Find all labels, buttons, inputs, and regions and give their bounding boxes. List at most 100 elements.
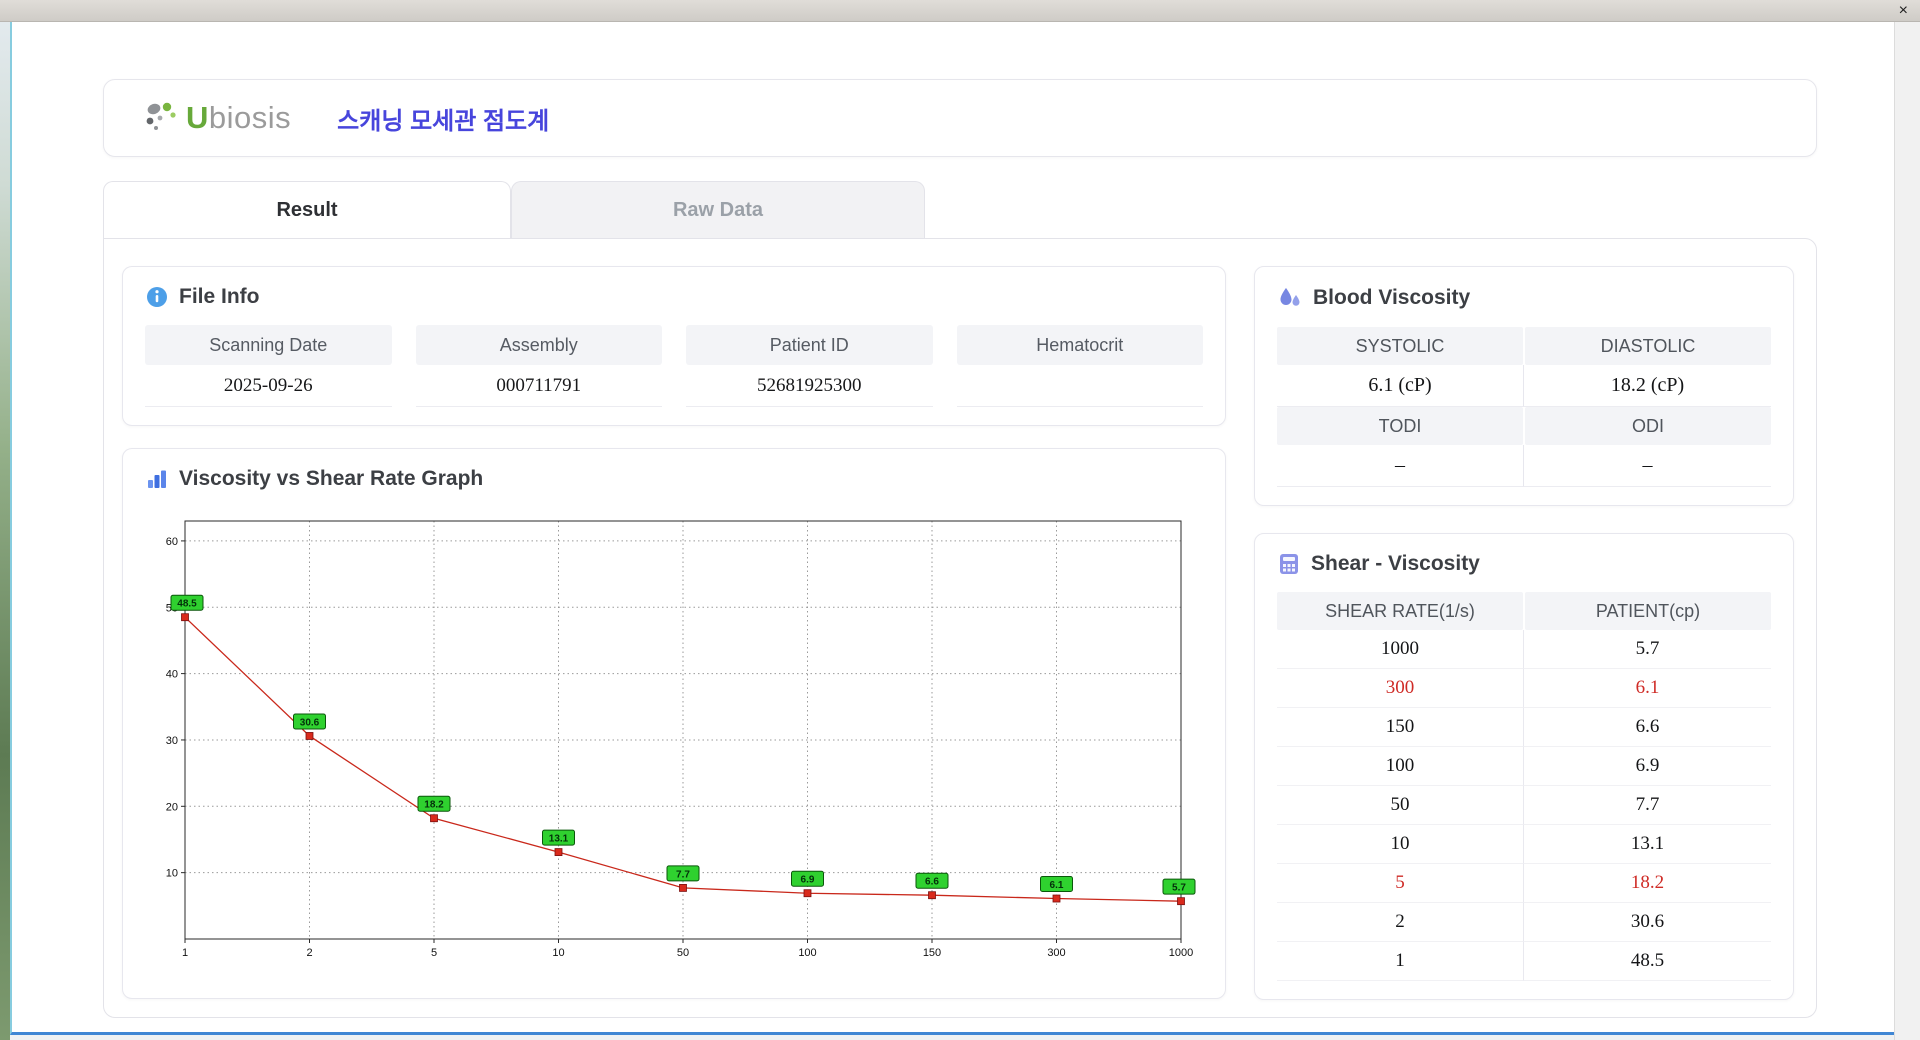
shear-rate-cell: 50: [1277, 786, 1524, 825]
svg-text:20: 20: [166, 801, 178, 813]
table-row: 1 48.5: [1277, 942, 1771, 981]
svg-text:5.7: 5.7: [1172, 883, 1186, 894]
shear-column-header: PATIENT(cp): [1525, 592, 1771, 630]
bv-value: –: [1524, 445, 1771, 487]
bar-chart-icon: [148, 470, 166, 488]
close-button[interactable]: ×: [1899, 2, 1908, 19]
shear-rate-cell: 5: [1277, 864, 1524, 903]
page-title: 스캐닝 모세관 점도계: [337, 107, 550, 135]
file-info-header: File Info: [145, 285, 1203, 309]
field-label: Assembly: [415, 325, 662, 365]
shear-rate-cell: 100: [1277, 747, 1524, 786]
file-info-fields: Scanning Date 2025-09-26 Assembly 000711791…: [145, 325, 1203, 407]
tab-result[interactable]: Result: [103, 181, 511, 238]
water-drops-icon: [1280, 288, 1300, 306]
svg-text:10: 10: [166, 868, 178, 880]
svg-text:2: 2: [306, 947, 312, 959]
right-column: Blood Viscosity SYSTOLIC DIASTOLIC 6.1 (cP…: [1254, 266, 1794, 1000]
desktop-edge: [0, 22, 10, 1040]
table-row: 2 30.6: [1277, 903, 1771, 942]
app-window: Ubiosis 스캐닝 모세관 점도계 Result Raw Data File: [10, 22, 1894, 1035]
blood-viscosity-grid: SYSTOLIC DIASTOLIC 6.1 (cP) 18.2 (cP) TODI OD…: [1277, 327, 1771, 487]
svg-text:5: 5: [431, 947, 437, 959]
file-info-field-3: Hematocrit: [956, 325, 1203, 407]
field-value: 2025-09-26: [145, 365, 392, 407]
shear-rate-cell: 10: [1277, 825, 1524, 864]
blood-viscosity-card: Blood Viscosity SYSTOLIC DIASTOLIC 6.1 (cP…: [1254, 266, 1794, 506]
bv-label: ODI: [1525, 407, 1771, 445]
svg-text:10: 10: [552, 947, 564, 959]
bv-label: TODI: [1277, 407, 1523, 445]
table-row: 50 7.7: [1277, 786, 1771, 825]
file-info-card: File Info Scanning Date 2025-09-26 Assembl…: [122, 266, 1226, 426]
bv-value-row: – –: [1277, 445, 1771, 487]
logo-dots-icon: [146, 102, 176, 130]
field-value: 000711791: [415, 365, 662, 407]
brand-name: Ubiosis: [186, 100, 292, 135]
svg-text:1: 1: [182, 947, 188, 959]
patient-cell: 7.7: [1524, 786, 1771, 825]
bv-label: SYSTOLIC: [1277, 327, 1523, 365]
table-row: 150 6.6: [1277, 708, 1771, 747]
calculator-icon: [1280, 554, 1298, 574]
graph-header: Viscosity vs Shear Rate Graph: [145, 467, 1203, 491]
titlebar: ×: [0, 0, 1920, 22]
table-row: 5 18.2: [1277, 864, 1771, 903]
shear-rate-cell: 2: [1277, 903, 1524, 942]
svg-text:30.6: 30.6: [300, 717, 320, 728]
svg-text:18.2: 18.2: [424, 800, 444, 811]
bv-value-row: 6.1 (cP) 18.2 (cP): [1277, 365, 1771, 407]
file-info-field-0: Scanning Date 2025-09-26: [145, 325, 392, 407]
blood-viscosity-header: Blood Viscosity: [1277, 285, 1771, 311]
svg-text:150: 150: [923, 947, 941, 959]
svg-text:7.7: 7.7: [676, 869, 690, 880]
svg-text:30: 30: [166, 735, 178, 747]
table-row: 1000 5.7: [1277, 630, 1771, 669]
svg-text:40: 40: [166, 669, 178, 681]
svg-text:100: 100: [798, 947, 816, 959]
tab-raw-data[interactable]: Raw Data: [511, 181, 925, 238]
shear-rate-cell: 1000: [1277, 630, 1524, 669]
bv-label-row: TODI ODI: [1277, 407, 1771, 445]
bv-label-row: SYSTOLIC DIASTOLIC: [1277, 327, 1771, 365]
app-body: Ubiosis 스캐닝 모세관 점도계 Result Raw Data File: [12, 22, 1894, 1018]
info-icon: [147, 287, 167, 307]
table-row: 100 6.9: [1277, 747, 1771, 786]
patient-cell: 6.1: [1524, 669, 1771, 708]
ubiosis-logo: Ubiosis: [142, 100, 291, 136]
shear-column-header: SHEAR RATE(1/s): [1277, 592, 1523, 630]
bv-value: 18.2 (cP): [1524, 365, 1771, 407]
table-row: 300 6.1: [1277, 669, 1771, 708]
content-panel: File Info Scanning Date 2025-09-26 Assembl…: [103, 238, 1817, 1018]
shear-viscosity-card: Shear - Viscosity SHEAR RATE(1/s) PATIENT…: [1254, 533, 1794, 1000]
window-edge: [1894, 22, 1920, 1040]
patient-cell: 6.9: [1524, 747, 1771, 786]
patient-cell: 30.6: [1524, 903, 1771, 942]
svg-text:6.1: 6.1: [1050, 880, 1064, 891]
shear-viscosity-header: Shear - Viscosity: [1277, 552, 1771, 576]
shear-rate-cell: 300: [1277, 669, 1524, 708]
field-value: [956, 365, 1203, 407]
blood-viscosity-title: Blood Viscosity: [1313, 286, 1471, 309]
svg-text:6.6: 6.6: [925, 877, 939, 888]
patient-cell: 18.2: [1524, 864, 1771, 903]
file-info-title: File Info: [179, 285, 260, 308]
file-info-field-2: Patient ID 52681925300: [686, 325, 933, 407]
patient-cell: 13.1: [1524, 825, 1771, 864]
bv-value: 6.1 (cP): [1277, 365, 1524, 407]
shear-table-header: SHEAR RATE(1/s) PATIENT(cp): [1277, 592, 1771, 630]
svg-text:1000: 1000: [1169, 947, 1193, 959]
patient-cell: 48.5: [1524, 942, 1771, 981]
graph-title: Viscosity vs Shear Rate Graph: [179, 467, 484, 490]
shear-table-body: 1000 5.7 300 6.1 150 6.6 100 6.9 50 7.7 10 13.1 5 18.…: [1277, 630, 1771, 981]
field-value: 52681925300: [686, 365, 933, 407]
shear-rate-cell: 1: [1277, 942, 1524, 981]
field-label: Scanning Date: [145, 325, 392, 365]
field-label: Hematocrit: [956, 325, 1203, 365]
svg-text:13.1: 13.1: [549, 834, 569, 845]
graph-card: Viscosity vs Shear Rate Graph 1 2 5 10 50 100…: [122, 448, 1226, 999]
field-label: Patient ID: [686, 325, 933, 365]
bv-label: DIASTOLIC: [1525, 327, 1771, 365]
header-card: Ubiosis 스캐닝 모세관 점도계: [103, 79, 1817, 157]
tabs: Result Raw Data: [103, 181, 1817, 238]
